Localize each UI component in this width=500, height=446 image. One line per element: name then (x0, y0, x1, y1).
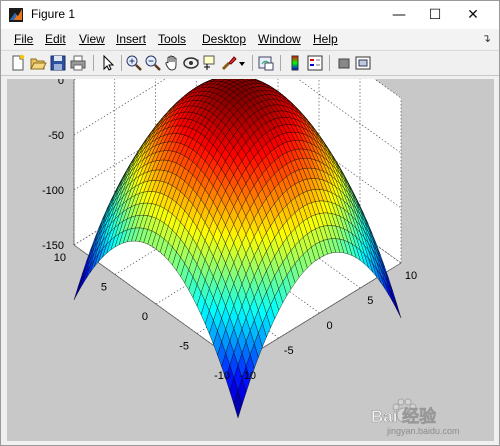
data-cursor-icon[interactable] (201, 54, 219, 72)
colorbar-icon[interactable] (286, 54, 304, 72)
menu-desktop-label: Desktop (202, 32, 247, 46)
pan-hand-icon[interactable] (163, 54, 181, 72)
watermark-brand: Bai 经验 (371, 407, 437, 427)
menu-edit[interactable]: Edit (45, 32, 66, 46)
legend-icon[interactable] (306, 54, 324, 72)
menu-insert[interactable]: Insert (116, 32, 146, 46)
z-tick-label: -50 (48, 130, 64, 142)
x-tick-label: 0 (326, 320, 332, 332)
menu-bar: File Edit View Insert Tools Desktop Wind… (1, 29, 499, 49)
new-figure-icon[interactable] (9, 54, 27, 72)
y-tick-label: 10 (54, 252, 66, 264)
menu-window-label: Window (258, 32, 301, 46)
minimize-button[interactable]: — (381, 1, 417, 29)
menu-desktop[interactable]: Desktop (202, 32, 246, 46)
menu-help-label: Help (313, 32, 338, 46)
surface-patch (73, 278, 83, 301)
zoom-out-icon[interactable] (144, 54, 162, 72)
title-bar[interactable]: Figure 1 — ☐ ✕ (1, 1, 499, 29)
figure-canvas[interactable]: 0 -50 -100 -150 -10 -5 0 5 10 -10 -5 0 5 10 (7, 0, 494, 441)
toolbar-separator (93, 55, 94, 71)
save-icon[interactable] (49, 54, 67, 72)
close-button[interactable]: ✕ (455, 1, 491, 29)
window-title: Figure 1 (31, 7, 76, 21)
open-file-icon[interactable] (29, 54, 47, 72)
menu-tools-label: Tools (158, 32, 187, 46)
x-tick-label: 10 (405, 270, 417, 282)
menu-tools[interactable]: Tools (158, 32, 186, 46)
menu-window[interactable]: Window (258, 32, 301, 46)
x-tick-label: 5 (367, 295, 373, 307)
figure-toolbar (1, 50, 499, 76)
x-tick-label: -5 (284, 345, 294, 357)
z-tick-label: 0 (58, 79, 64, 87)
menu-edit-label: Edit (45, 32, 66, 46)
toolbar-separator (121, 55, 122, 71)
surface-patch (392, 296, 402, 319)
x-tick-label: -10 (240, 370, 256, 382)
hide-plot-tools-icon[interactable] (335, 54, 353, 72)
y-tick-label: -5 (179, 341, 189, 353)
y-tick-label: 0 (142, 311, 148, 323)
y-tick-label: 5 (101, 282, 107, 294)
menu-view-label: View (79, 32, 105, 46)
toolbar-separator (329, 55, 330, 71)
watermark: Bai 经验 jingyan.baidu.com (371, 396, 491, 441)
link-plot-icon[interactable] (257, 54, 275, 72)
menu-help[interactable]: Help (313, 32, 338, 46)
maximize-button[interactable]: ☐ (417, 1, 453, 29)
show-plot-tools-icon[interactable] (354, 54, 372, 72)
zoom-in-icon[interactable] (125, 54, 143, 72)
y-tick-label: -10 (214, 370, 230, 382)
select-arrow-icon[interactable] (99, 54, 117, 72)
menu-file-label: File (14, 32, 34, 46)
toolbar-separator (280, 55, 281, 71)
z-tick-label: -100 (42, 185, 64, 197)
brush-icon[interactable] (220, 54, 238, 72)
menu-insert-label: Insert (116, 32, 147, 46)
print-icon[interactable] (69, 54, 87, 72)
z-tick-label: -150 (42, 240, 64, 252)
matlab-logo-icon (9, 8, 23, 22)
watermark-site: jingyan.baidu.com (387, 426, 460, 436)
toolbar-separator (252, 55, 253, 71)
menu-view[interactable]: View (79, 32, 105, 46)
figure-window: Figure 1 — ☐ ✕ File Edit View Insert Too… (0, 0, 500, 446)
rotate-3d-icon[interactable] (182, 54, 200, 72)
menu-file[interactable]: File (14, 32, 33, 46)
dock-figure-icon[interactable]: ↴ (482, 32, 491, 45)
brush-dropdown-icon[interactable] (237, 54, 247, 72)
surface-plot[interactable]: 0-50-100-150-10-50510-10-50510 (7, 0, 494, 441)
